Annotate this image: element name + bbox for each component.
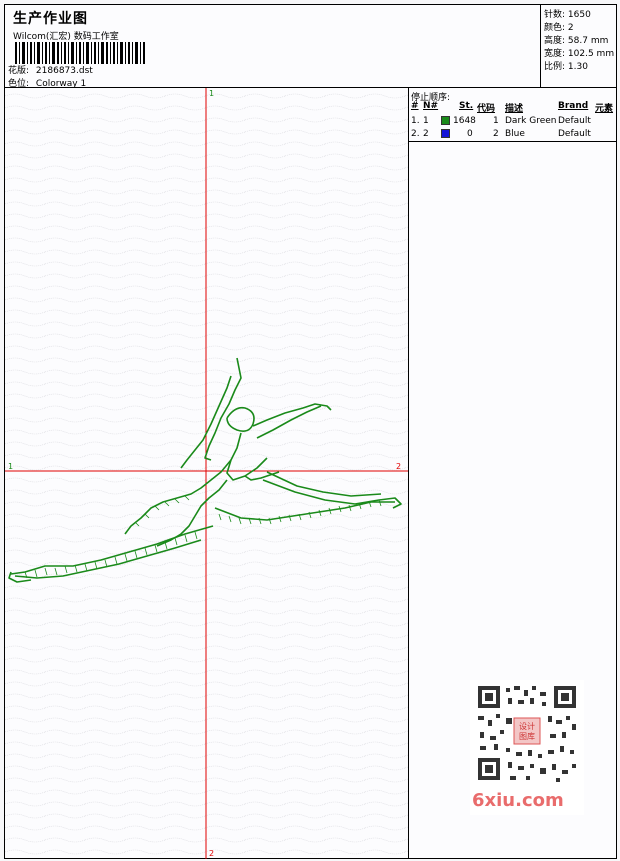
color-swatch-green [441,116,450,125]
stat-label: 针数: [544,10,566,20]
row-brand: Default [558,116,591,126]
row-description: Blue [505,129,525,139]
row-stitches: 1648 [453,116,476,126]
barcode [15,42,145,64]
watermark-text: 6xiu.com [472,790,564,811]
stat-value: 1.30 [567,62,588,72]
stat-value: 2 [567,23,574,33]
stat-value: 1650 [567,10,591,20]
stat-height: 高度: 58.7 mm [544,33,608,46]
stop-sequence-panel: 停止顺序: # N# St. 代码 描述 Brand 元素 1. 1 1648 … [409,88,617,142]
col-header-stitches: St. [459,101,474,111]
row-needle: 1 [423,116,429,126]
row-index: 2. [411,129,420,139]
col-header-index: # [411,101,419,111]
design-file-value: 2186873.dst [35,66,93,76]
page-title: 生产作业图 [13,11,88,27]
col-header-element: 元素 [595,104,614,114]
studio-name: Wilcom(汇宏) 数码工作室 [13,32,119,42]
seal-text: 设计 [519,721,535,731]
stat-value: 102.5 mm [567,49,615,59]
axis-label-right: 2 [396,462,401,471]
row-description: Dark Green [505,116,557,126]
stat-scale: 比例: 1.30 [544,59,588,72]
design-file-label: 花版: [8,66,30,76]
seal-text-2: 图库 [519,731,535,741]
row-code: 2 [493,129,499,139]
stat-label: 高度: [544,36,566,46]
header-info: 生产作业图 Wilcom(汇宏) 数码工作室 花版: 2186873.dst 色… [5,5,541,89]
fabric-background [5,88,408,859]
row-index: 1. [411,116,420,126]
stat-label: 比例: [544,62,566,72]
stat-label: 颜色: [544,23,566,33]
col-header-description: 描述 [505,104,524,114]
row-needle: 2 [423,129,429,139]
col-header-needle: N# [423,101,439,111]
row-stitches: 0 [467,129,473,139]
col-header-code: 代码 [477,104,496,114]
stat-stitches: 针数: 1650 [544,7,591,20]
stat-colors: 颜色: 2 [544,20,574,33]
stat-width: 宽度: 102.5 mm [544,46,614,59]
color-swatch-blue [441,129,450,138]
design-file-row: 花版: 2186873.dst [8,63,93,76]
design-canvas: 1 2 1 2 [5,88,409,859]
row-brand: Default [558,129,591,139]
axis-label-left: 1 [8,462,13,471]
qr-code-icon: 设计 图库 [470,680,584,790]
axis-label-top: 1 [209,89,214,98]
design-drawing: 1 2 1 2 [5,88,408,859]
axis-label-bottom: 2 [209,849,214,858]
col-header-brand: Brand [558,101,589,111]
stat-value: 58.7 mm [567,36,609,46]
row-code: 1 [493,116,499,126]
stat-label: 宽度: [544,49,566,59]
